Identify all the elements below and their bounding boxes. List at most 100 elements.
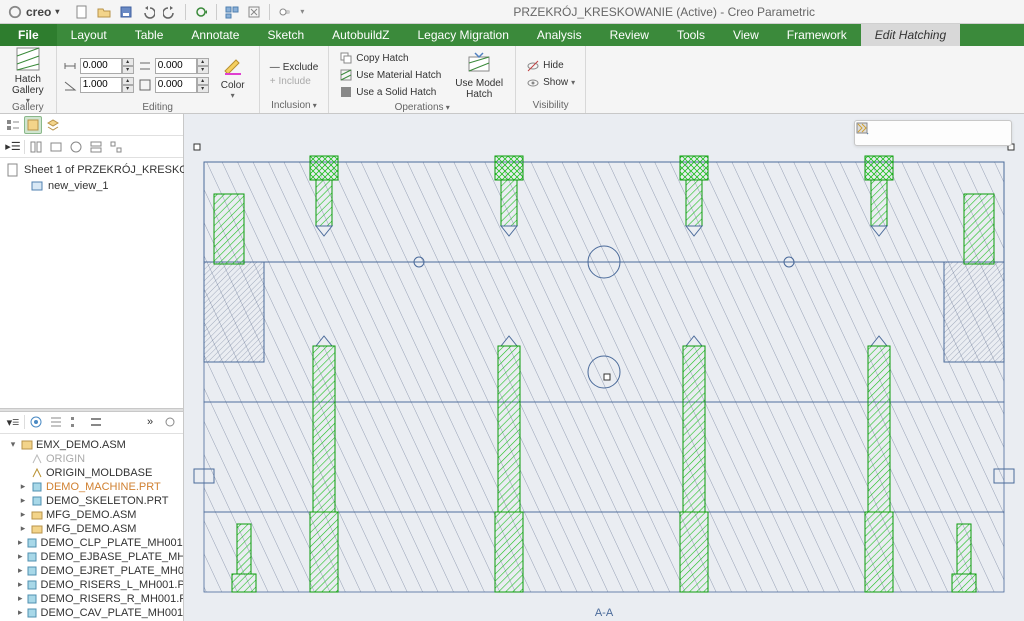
hide-icon (526, 59, 540, 73)
exclude-button[interactable]: —Exclude (266, 61, 323, 74)
model-tree-item[interactable]: ▸DEMO_EJRET_PLATE_MH001.PRT (2, 564, 181, 578)
new-file-icon[interactable] (73, 3, 91, 21)
model-tree-item[interactable]: ▸DEMO_RISERS_R_MH001.PRT (2, 592, 181, 606)
model-tree: ▾☰ » ▾EMX_DEMO.ASMORIGINORIGIN_MOLDBASE▸… (0, 412, 183, 621)
tab-analysis[interactable]: Analysis (523, 24, 596, 46)
mt-expand-icon[interactable]: ▾☰ (4, 413, 22, 431)
mt-list1-icon[interactable] (47, 413, 65, 431)
main-area: ▸☰ Sheet 1 of PRZEKRÓJ_KRESKOWANIE.DRW n… (0, 114, 1024, 621)
model-tree-item[interactable]: ▸DEMO_MACHINE.PRT (2, 480, 181, 494)
toggle-icon[interactable] (276, 3, 294, 21)
tab-tools[interactable]: Tools (663, 24, 719, 46)
view-icon (30, 179, 44, 193)
group-label-visibility: Visibility (522, 100, 579, 113)
model-tree-item[interactable]: ▸DEMO_RISERS_L_MH001.PRT (2, 578, 181, 592)
model-tree-item[interactable]: ORIGIN (2, 452, 181, 466)
windows-icon[interactable] (223, 3, 241, 21)
model-tree-item[interactable]: ▸MFG_DEMO.ASM (2, 508, 181, 522)
copy-hatch-button[interactable]: Copy Hatch (335, 50, 445, 66)
mt-settings-icon[interactable] (161, 413, 179, 431)
drawing-tree-toolbar (0, 114, 183, 136)
expand-all-icon[interactable]: ▸☰ (4, 138, 22, 156)
open-file-icon[interactable] (95, 3, 113, 21)
tab-edit-hatching[interactable]: Edit Hatching (861, 24, 960, 46)
spacing-icon (63, 59, 77, 73)
color-button[interactable]: Color (213, 48, 253, 102)
tree-config-icon[interactable] (4, 116, 22, 134)
tab-annotate[interactable]: Annotate (177, 24, 253, 46)
tree-filter-icon[interactable] (24, 116, 42, 134)
material-hatch-button[interactable]: Use Material Hatch (335, 67, 445, 83)
copy-icon (339, 51, 353, 65)
tab-framework[interactable]: Framework (773, 24, 861, 46)
model-tree-item[interactable]: ORIGIN_MOLDBASE (2, 466, 181, 480)
menu-tab-bar: File Layout Table Annotate Sketch Autobu… (0, 24, 1024, 46)
close-window-icon[interactable] (245, 3, 263, 21)
zoom-fit-icon[interactable] (879, 123, 899, 143)
model-tree-item[interactable]: ▸DEMO_EJBASE_PLATE_MH001.PRT (2, 550, 181, 564)
redo-icon[interactable] (161, 3, 179, 21)
drawing-tree: Sheet 1 of PRZEKRÓJ_KRESKOWANIE.DRW new_… (0, 158, 183, 198)
view-icon-1[interactable] (27, 138, 45, 156)
undo-icon[interactable] (139, 3, 157, 21)
model-tree-item[interactable]: ▸DEMO_CAV_PLATE_MH001.PRT (2, 606, 181, 620)
include-button[interactable]: +Include (266, 75, 323, 88)
drawing-tree-toolbar2: ▸☰ (0, 136, 183, 158)
model-tree-item[interactable]: ▸MFG_DEMO.ASM (2, 522, 181, 536)
solid-icon (339, 85, 353, 99)
title-bar: creo ▾ ▾ PRZEKRÓJ_KRESKOWANIE (Active) -… (0, 0, 1024, 24)
angle-spinner[interactable]: ▴▾ (80, 77, 134, 93)
display-style-icon[interactable] (967, 123, 987, 143)
angle-icon (63, 78, 77, 92)
save-icon[interactable] (117, 3, 135, 21)
view-icon-5[interactable] (107, 138, 125, 156)
hide-button[interactable]: Hide (522, 58, 579, 74)
section-view-label: A-A (595, 607, 613, 619)
repaint-icon[interactable] (923, 123, 943, 143)
view-icon-2[interactable] (47, 138, 65, 156)
mt-filter-icon[interactable] (27, 413, 45, 431)
ribbon-group-inclusion: —Exclude +Include Inclusion (260, 46, 330, 113)
tab-layout[interactable]: Layout (57, 24, 121, 46)
mt-list2-icon[interactable] (67, 413, 85, 431)
tab-table[interactable]: Table (121, 24, 178, 46)
view-float-toolbar (854, 120, 1012, 146)
spacing-spinner[interactable]: ▴▾ (80, 58, 134, 74)
zoom-in-icon[interactable] (901, 123, 921, 143)
tree-layer-icon[interactable] (44, 116, 62, 134)
tab-sketch[interactable]: Sketch (253, 24, 318, 46)
group-label-inclusion[interactable]: Inclusion (266, 100, 323, 113)
tab-review[interactable]: Review (596, 24, 663, 46)
model-tree-toolbar: ▾☰ » (0, 412, 183, 434)
solid-hatch-button[interactable]: Use a Solid Hatch (335, 84, 445, 100)
sheet-icon (6, 163, 20, 177)
mt-list3-icon[interactable] (87, 413, 105, 431)
tab-autobuildz[interactable]: AutobuildZ (318, 24, 403, 46)
collapse-icon[interactable] (989, 123, 1009, 143)
model-tree-item[interactable]: ▸DEMO_SKELETON.PRT (2, 494, 181, 508)
quick-access-toolbar: ▾ (67, 3, 304, 21)
mt-more-icon[interactable]: » (141, 413, 159, 431)
ribbon-group-gallery: Hatch Gallery Gallery (0, 46, 57, 113)
window-title: PRZEKRÓJ_KRESKOWANIE (Active) - Creo Par… (304, 5, 1024, 19)
offset-icon (138, 59, 152, 73)
drawing-tree-view[interactable]: new_view_1 (2, 178, 181, 194)
sheet-icon-tool[interactable] (945, 123, 965, 143)
view-icon-3[interactable] (67, 138, 85, 156)
show-button[interactable]: Show (522, 75, 579, 91)
tab-legacy[interactable]: Legacy Migration (404, 24, 523, 46)
show-icon (526, 76, 540, 90)
tab-file[interactable]: File (0, 24, 57, 46)
view-icon-4[interactable] (87, 138, 105, 156)
use-model-hatch-button[interactable]: Use Model Hatch (449, 48, 509, 102)
drawing-tree-root[interactable]: Sheet 1 of PRZEKRÓJ_KRESKOWANIE.DRW (2, 162, 181, 178)
hatch-gallery-button[interactable]: Hatch Gallery (6, 48, 50, 102)
drawing-canvas[interactable]: A-A (184, 114, 1024, 621)
tab-view[interactable]: View (719, 24, 773, 46)
regen-icon[interactable] (192, 3, 210, 21)
ribbon-group-operations: Copy Hatch Use Material Hatch Use a Soli… (329, 46, 516, 113)
offset-spinner[interactable]: ▴▾ (155, 58, 209, 74)
model-tree-root[interactable]: ▾EMX_DEMO.ASM (2, 438, 181, 452)
model-tree-item[interactable]: ▸DEMO_CLP_PLATE_MH001.PRT (2, 536, 181, 550)
scale-spinner[interactable]: ▴▾ (155, 77, 209, 93)
